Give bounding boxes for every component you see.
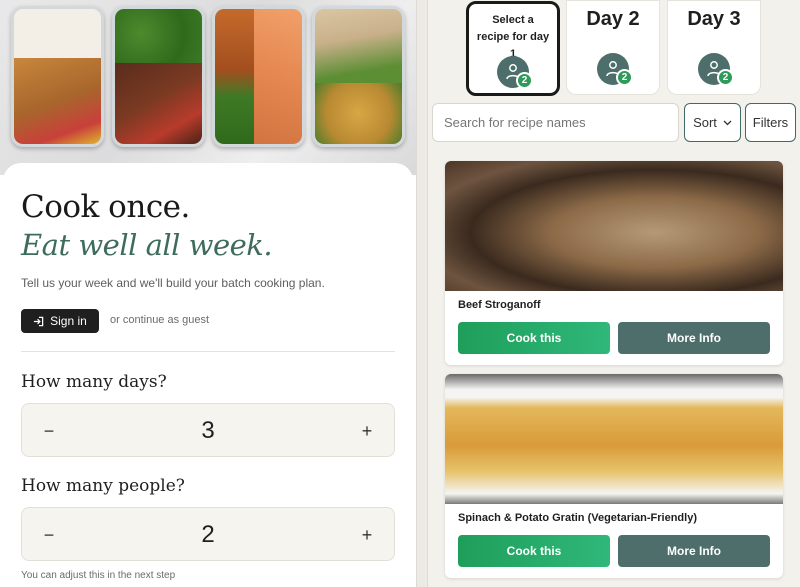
days-value: 3	[201, 417, 215, 444]
day-tab-3[interactable]: Day 3 2	[667, 0, 761, 95]
user-icon: 2	[497, 56, 533, 89]
people-increment-button[interactable]: +	[342, 508, 392, 562]
people-count-badge: 2	[717, 69, 734, 86]
days-decrement-button[interactable]: −	[24, 404, 74, 458]
recipe-panel: Select a recipe for day 1 2 Day 2 2 Day …	[428, 0, 800, 587]
recipe-card: Spinach & Potato Gratin (Vegetarian-Frie…	[445, 374, 783, 578]
days-increment-button[interactable]: +	[342, 404, 392, 458]
sign-in-icon	[34, 316, 44, 326]
onboarding-panel: Cook once. Eat well all week. Tell us yo…	[0, 0, 416, 587]
more-info-button[interactable]: More Info	[618, 322, 770, 354]
sign-in-label: Sign in	[50, 314, 87, 328]
day-tab-label: Day 3	[687, 8, 741, 30]
recipe-photo	[445, 374, 783, 504]
sort-label: Sort	[693, 115, 717, 130]
user-icon: 2	[597, 53, 633, 86]
recipe-name: Spinach & Potato Gratin (Vegetarian-Frie…	[458, 512, 697, 524]
people-count-badge: 2	[616, 69, 633, 86]
filters-button[interactable]: Filters	[745, 103, 796, 142]
chevron-down-icon	[723, 120, 732, 125]
day-tab-2[interactable]: Day 2 2	[566, 0, 660, 95]
panel-splitter[interactable]	[416, 0, 428, 587]
recipe-card: Beef Stroganoff Cook this More Info	[445, 161, 783, 365]
days-question: How many days?	[21, 372, 167, 392]
continue-as-guest-link[interactable]: or continue as guest	[110, 314, 209, 326]
meal-container-beef	[112, 6, 205, 147]
day-tab-label: Day 2	[586, 8, 640, 30]
days-stepper: − 3 +	[21, 403, 395, 457]
subtitle: Tell us your week and we'll build your b…	[21, 276, 325, 290]
people-question: How many people?	[21, 476, 185, 496]
recipe-name: Beef Stroganoff	[458, 299, 541, 311]
headline-italic: Eat well all week.	[21, 228, 273, 262]
headline: Cook once.	[21, 189, 190, 225]
people-decrement-button[interactable]: −	[24, 508, 74, 562]
people-count-badge: 2	[516, 72, 533, 89]
adjust-hint: You can adjust this in the next step	[21, 570, 176, 581]
more-info-button[interactable]: More Info	[618, 535, 770, 567]
day-tab-1[interactable]: Select a recipe for day 1 2	[466, 1, 560, 96]
people-stepper: − 2 +	[21, 507, 395, 561]
cook-this-button[interactable]: Cook this	[458, 535, 610, 567]
people-value: 2	[201, 521, 215, 548]
recipe-search-input[interactable]	[432, 103, 679, 142]
sign-in-button[interactable]: Sign in	[21, 309, 99, 333]
meal-container-salmon	[212, 6, 305, 147]
meal-container-chickpea	[312, 6, 405, 147]
user-icon: 2	[698, 53, 734, 86]
cook-this-button[interactable]: Cook this	[458, 322, 610, 354]
divider	[21, 351, 395, 352]
hero-meal-prep-photo	[0, 0, 416, 175]
meal-container-chicken	[11, 6, 104, 147]
recipe-photo	[445, 161, 783, 291]
sort-button[interactable]: Sort	[684, 103, 741, 142]
